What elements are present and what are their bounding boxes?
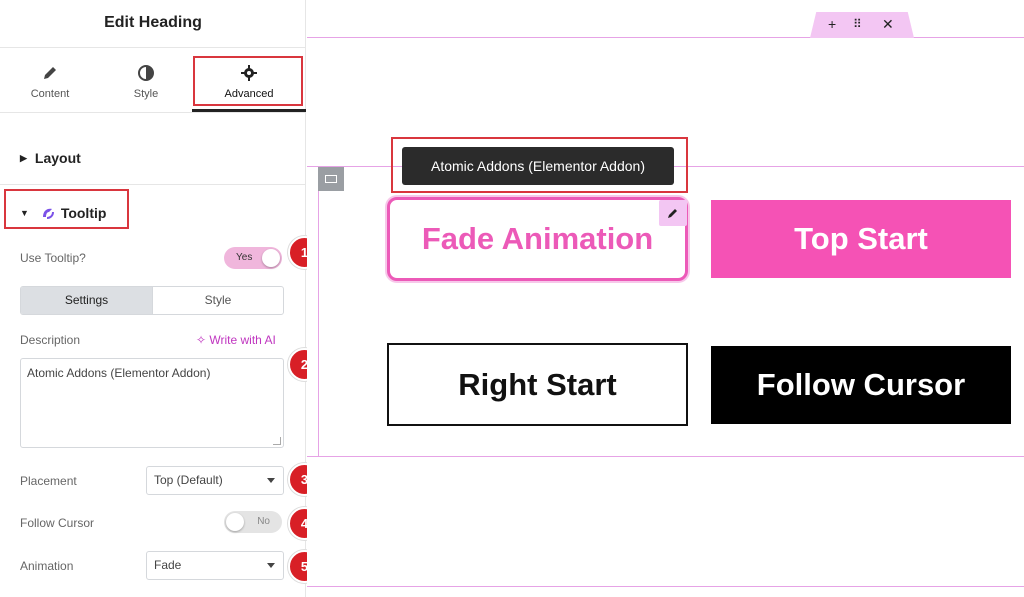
plus-icon[interactable]: + xyxy=(828,16,836,32)
follow-cursor-toggle[interactable]: No xyxy=(224,511,282,533)
tab-advanced[interactable]: Advanced xyxy=(199,48,299,113)
description-value: Atomic Addons (Elementor Addon) xyxy=(27,366,211,380)
sparkle-icon: ✧ xyxy=(196,333,207,347)
tooltip-subtabs: Settings Style xyxy=(20,286,284,315)
subtab-style[interactable]: Style xyxy=(152,287,283,314)
resize-handle[interactable] xyxy=(273,437,281,445)
tab-style[interactable]: Style xyxy=(96,48,196,113)
grip-icon[interactable]: ⠿ xyxy=(853,17,862,31)
write-with-ai-link[interactable]: ✧ Write with AI xyxy=(196,333,276,347)
use-tooltip-label: Use Tooltip? xyxy=(20,251,86,265)
layout-section-label: Layout xyxy=(34,150,81,166)
caret-right-icon: ▶ xyxy=(20,153,27,163)
tab-advanced-label: Advanced xyxy=(224,88,274,100)
section-left-border xyxy=(318,166,319,457)
placement-value: Top (Default) xyxy=(154,473,223,487)
contrast-icon xyxy=(138,65,154,81)
use-tooltip-toggle[interactable]: Yes xyxy=(224,247,282,269)
gear-icon xyxy=(241,65,257,81)
section-handle[interactable]: + ⠿ ✕ xyxy=(810,12,914,38)
edit-widget-button[interactable] xyxy=(659,200,687,226)
section-bottom-border xyxy=(307,456,1024,457)
placement-label: Placement xyxy=(20,474,77,488)
tab-style-label: Style xyxy=(133,88,159,100)
write-with-ai-label: Write with AI xyxy=(209,333,276,347)
tooltip-preview: Atomic Addons (Elementor Addon) xyxy=(402,147,674,185)
editor-panel: Edit Heading Content Style Advanced ▶ Lay… xyxy=(0,0,321,597)
layout-section[interactable]: ▶ Layout xyxy=(0,114,306,185)
chevron-down-icon xyxy=(267,563,275,568)
container-bottom-border xyxy=(307,586,1024,587)
chevron-down-icon xyxy=(267,478,275,483)
toggle-knob xyxy=(226,513,244,531)
use-tooltip-value: Yes xyxy=(236,252,253,263)
container-top-border xyxy=(307,37,1024,38)
subtab-settings[interactable]: Settings xyxy=(21,287,152,314)
atomic-addons-icon xyxy=(42,208,54,219)
animation-label: Animation xyxy=(20,559,74,573)
top-start-heading[interactable]: Top Start xyxy=(711,200,1011,278)
editor-canvas: + ⠿ ✕ Atomic Addons (Elementor Addon) Fa… xyxy=(307,0,1024,597)
description-textarea[interactable]: Atomic Addons (Elementor Addon) xyxy=(20,358,284,448)
follow-cursor-heading[interactable]: Follow Cursor xyxy=(711,346,1011,424)
close-icon[interactable]: ✕ xyxy=(882,16,894,33)
description-label: Description xyxy=(20,333,81,347)
follow-cursor-value: No xyxy=(257,516,270,527)
column-handle[interactable] xyxy=(318,167,344,191)
tab-content[interactable]: Content xyxy=(0,48,100,113)
layout-section-title: ▶ Layout xyxy=(20,150,81,166)
toggle-knob xyxy=(262,249,280,267)
right-start-heading[interactable]: Right Start xyxy=(387,343,688,426)
caret-down-icon: ▼ xyxy=(20,208,29,218)
tooltip-section-title[interactable]: ▼ Tooltip xyxy=(20,205,106,221)
panel-title: Edit Heading xyxy=(0,0,306,48)
panel-tabs: Content Style Advanced xyxy=(0,48,306,113)
pencil-icon xyxy=(668,209,677,218)
animation-value: Fade xyxy=(154,558,182,572)
placement-select[interactable]: Top (Default) xyxy=(146,466,284,495)
active-tab-indicator xyxy=(192,109,306,112)
column-icon xyxy=(325,175,337,183)
tooltip-section-label: Tooltip xyxy=(60,205,107,221)
animation-select[interactable]: Fade xyxy=(146,551,284,580)
fade-animation-heading[interactable]: Fade Animation xyxy=(387,197,688,281)
pencil-icon xyxy=(44,67,56,79)
follow-cursor-label: Follow Cursor xyxy=(20,516,95,530)
tab-content-label: Content xyxy=(30,88,70,100)
